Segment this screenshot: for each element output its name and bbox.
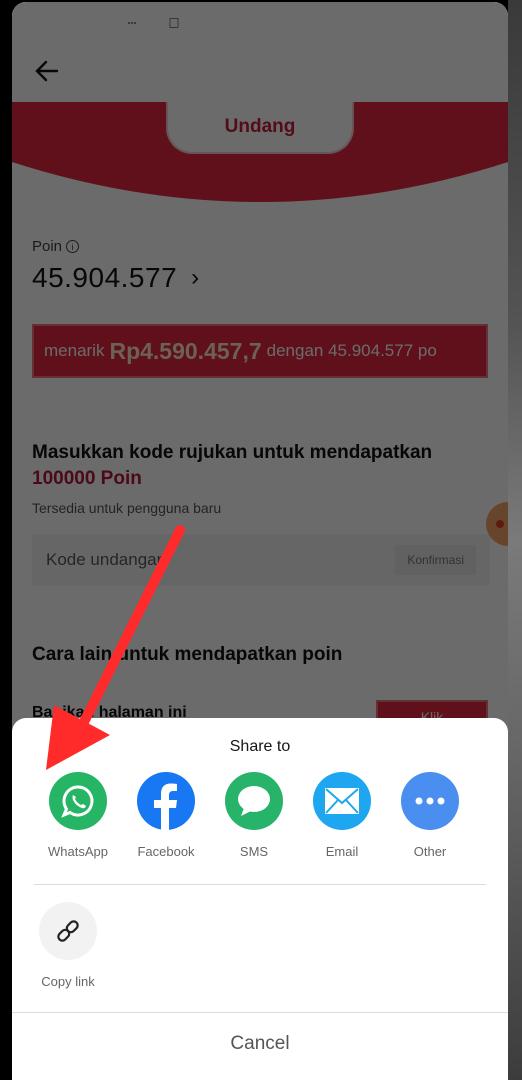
share-other-label: Other (413, 844, 447, 859)
whatsapp-icon (49, 772, 107, 830)
link-icon (39, 902, 97, 960)
share-sheet: Share to WhatsApp Facebook SMS Email Oth… (12, 718, 508, 1080)
share-sheet-title: Share to (229, 738, 291, 755)
share-facebook-label: Facebook (137, 844, 195, 859)
share-email-label: Email (325, 844, 359, 859)
phone-screen: Undang Poin i 45.904.577 › menarik Rp4.5… (12, 2, 508, 1080)
email-icon (313, 772, 371, 830)
copy-link-button[interactable]: Copy link (34, 902, 102, 989)
share-whatsapp[interactable]: WhatsApp (34, 772, 122, 859)
share-other[interactable]: Other (386, 772, 474, 859)
share-email[interactable]: Email (298, 772, 386, 859)
facebook-icon (137, 772, 195, 830)
divider (34, 884, 486, 885)
share-sms-label: SMS (239, 844, 269, 859)
share-facebook[interactable]: Facebook (122, 772, 210, 859)
more-icon (401, 772, 459, 830)
copy-link-label: Copy link (41, 974, 95, 989)
background-edge (508, 0, 522, 1080)
cancel-button[interactable]: Cancel (12, 1013, 508, 1075)
share-sms[interactable]: SMS (210, 772, 298, 859)
sms-icon (225, 772, 283, 830)
share-targets: WhatsApp Facebook SMS Email Other (34, 772, 474, 859)
share-whatsapp-label: WhatsApp (48, 844, 108, 859)
